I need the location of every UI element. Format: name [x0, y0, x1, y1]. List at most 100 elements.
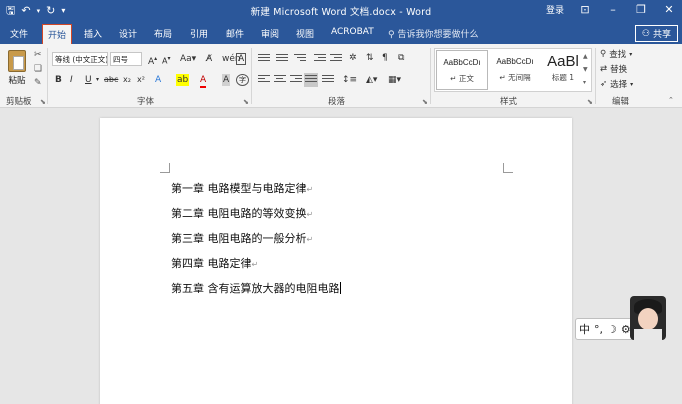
- ribbon-home: 粘贴 ✂ ❏ ✎ 剪贴板 ⬊ 等线 (中文正文) 四号 A▴ A▾ Aa▾ A̸…: [0, 44, 682, 108]
- align-left-icon[interactable]: [258, 75, 270, 85]
- decrease-indent-icon[interactable]: [314, 54, 326, 64]
- collapse-ribbon-icon[interactable]: ⌃: [668, 96, 674, 104]
- bold-icon[interactable]: B: [55, 74, 62, 86]
- cut-icon[interactable]: ✂: [34, 50, 42, 60]
- increase-indent-icon[interactable]: [330, 54, 342, 64]
- group-label-paragraph: 段落: [328, 97, 346, 107]
- strikethrough-icon[interactable]: abc: [104, 74, 118, 86]
- change-case-icon[interactable]: Aa▾: [180, 53, 196, 65]
- borders-icon[interactable]: ▦▾: [388, 74, 401, 86]
- tab-design[interactable]: 设计: [119, 27, 137, 40]
- tab-review[interactable]: 审阅: [261, 27, 279, 40]
- chinese-layout-icon[interactable]: ✲: [349, 52, 357, 64]
- text-cursor: [339, 282, 341, 294]
- ime-mode[interactable]: 中: [579, 321, 590, 337]
- style-sample: AaBbCcDı: [496, 57, 534, 66]
- tab-references[interactable]: 引用: [190, 27, 208, 40]
- document-line[interactable]: 第三章 电阻电路的一般分析↵: [171, 230, 313, 246]
- superscript-icon[interactable]: x²: [137, 74, 145, 86]
- clipboard-launcher-icon[interactable]: ⬊: [40, 98, 46, 106]
- paragraph-mark-icon: ↵: [251, 260, 259, 269]
- document-line[interactable]: 第四章 电路定律↵: [171, 255, 258, 271]
- underline-icon[interactable]: U: [85, 74, 92, 86]
- multilevel-list-icon[interactable]: [294, 54, 306, 64]
- chevron-down-icon[interactable]: ▼: [583, 63, 591, 76]
- font-color-icon[interactable]: A: [200, 74, 207, 88]
- paragraph-mark-icon: ↵: [306, 210, 314, 219]
- align-right-icon[interactable]: [290, 75, 302, 85]
- font-launcher-icon[interactable]: ⬊: [243, 98, 249, 106]
- styles-launcher-icon[interactable]: ⬊: [587, 98, 593, 106]
- divider: [47, 48, 48, 104]
- char-shading-icon[interactable]: A: [222, 74, 231, 86]
- style-no-spacing[interactable]: AaBbCcDı ↵ 无间隔: [489, 50, 541, 90]
- tell-me-search[interactable]: ⚲ 告诉我你想要做什么: [388, 27, 478, 40]
- more-styles-icon[interactable]: ▾: [583, 76, 591, 89]
- share-button[interactable]: ⚇ 共享: [634, 25, 678, 42]
- tab-mailings[interactable]: 邮件: [226, 27, 244, 40]
- format-painter-icon[interactable]: ✎: [34, 78, 42, 88]
- group-label-clipboard: 剪贴板: [6, 97, 32, 107]
- search-icon: ⚲: [600, 49, 607, 59]
- margin-mark-top-right: [503, 163, 513, 173]
- tab-layout[interactable]: 布局: [154, 27, 172, 40]
- ribbon-display-options-icon[interactable]: ⊡: [578, 3, 592, 16]
- login-link[interactable]: 登录: [546, 3, 564, 16]
- shrink-font-icon[interactable]: A▾: [162, 53, 171, 68]
- distributed-icon[interactable]: [322, 75, 334, 85]
- asian-layout-icon[interactable]: ⧉: [398, 52, 404, 64]
- replace-label: 替换: [610, 65, 628, 75]
- char-border-icon[interactable]: A: [236, 53, 247, 65]
- document-line[interactable]: 第二章 电阻电路的等效变换↵: [171, 205, 313, 221]
- chevron-down-icon: ▾: [630, 80, 634, 88]
- styles-scroll[interactable]: ▲ ▼ ▾: [583, 50, 591, 89]
- font-size-select[interactable]: 四号: [110, 52, 142, 66]
- tab-file[interactable]: 文件: [10, 27, 28, 40]
- style-name: ↵ 正文: [450, 74, 474, 83]
- shading-icon[interactable]: ◭▾: [366, 74, 377, 86]
- style-normal[interactable]: AaBbCcDı ↵ 正文: [436, 50, 488, 90]
- replace-button[interactable]: ⇄ 替换: [600, 63, 627, 75]
- avatar-shirt: [634, 329, 662, 340]
- style-heading-1[interactable]: AaBl 标题 1: [541, 50, 585, 90]
- person-icon: ⚇: [641, 28, 650, 39]
- copy-icon[interactable]: ❏: [34, 64, 42, 74]
- select-button[interactable]: ➶ 选择 ▾: [600, 78, 633, 90]
- align-center-icon[interactable]: [274, 75, 286, 85]
- find-label: 查找: [609, 50, 627, 60]
- highlight-icon[interactable]: ab: [176, 74, 190, 86]
- clear-format-icon[interactable]: A̸: [206, 53, 212, 65]
- document-line[interactable]: 第五章 含有运算放大器的电阻电路: [171, 280, 341, 296]
- paragraph-launcher-icon[interactable]: ⬊: [422, 98, 428, 106]
- chevron-up-icon[interactable]: ▲: [583, 50, 591, 63]
- style-sample: AaBbCcDı: [443, 58, 481, 67]
- show-marks-icon[interactable]: ¶: [382, 52, 388, 64]
- close-icon[interactable]: ✕: [662, 3, 676, 16]
- subscript-icon[interactable]: x₂: [123, 74, 131, 86]
- text-effects-icon[interactable]: A: [155, 74, 161, 86]
- numbering-icon[interactable]: [276, 54, 288, 64]
- line-text: 第三章 电阻电路的一般分析: [171, 232, 307, 245]
- italic-icon[interactable]: I: [70, 74, 73, 86]
- line-spacing-icon[interactable]: ↕≡: [342, 74, 357, 86]
- moon-icon[interactable]: ☽: [607, 323, 617, 336]
- tab-home[interactable]: 开始: [42, 24, 73, 44]
- punctuation-icon[interactable]: °,: [594, 323, 603, 336]
- ime-avatar[interactable]: [630, 296, 666, 340]
- justify-icon[interactable]: [304, 73, 318, 87]
- document-line[interactable]: 第一章 电路模型与电路定律↵: [171, 180, 313, 196]
- underline-dropdown-icon[interactable]: ▾: [96, 74, 99, 86]
- divider: [430, 48, 431, 104]
- tab-acrobat[interactable]: ACROBAT: [331, 27, 374, 37]
- restore-icon[interactable]: ❐: [634, 3, 648, 16]
- font-name-select[interactable]: 等线 (中文正文): [52, 52, 108, 66]
- tab-insert[interactable]: 插入: [84, 27, 102, 40]
- minimize-icon[interactable]: –: [606, 3, 620, 16]
- enclose-char-icon[interactable]: 字: [236, 74, 249, 86]
- bullets-icon[interactable]: [258, 54, 270, 64]
- find-button[interactable]: ⚲ 查找 ▾: [600, 48, 632, 60]
- sort-icon[interactable]: ⇅: [366, 52, 374, 64]
- grow-font-icon[interactable]: A▴: [148, 53, 157, 68]
- tab-view[interactable]: 视图: [296, 27, 314, 40]
- paste-button[interactable]: 粘贴: [6, 50, 28, 92]
